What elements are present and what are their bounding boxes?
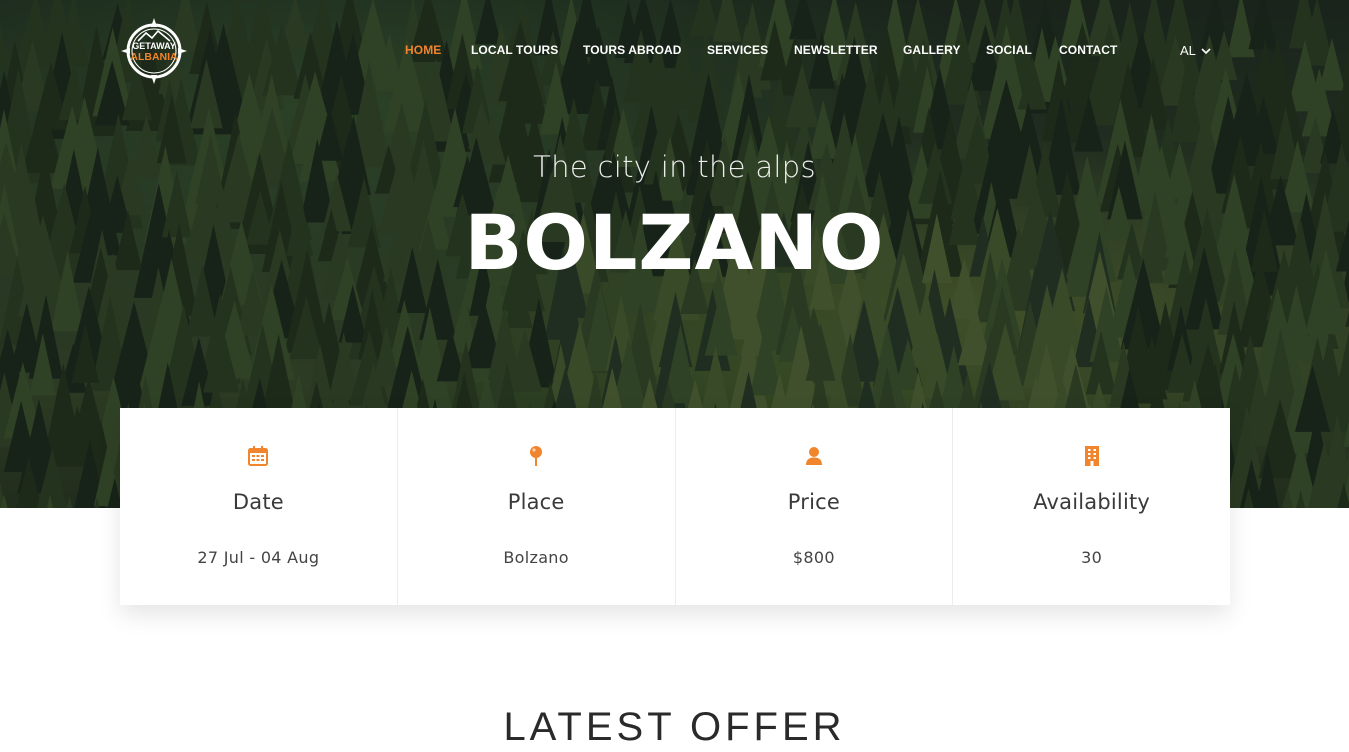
logo-line2: ALBANIA xyxy=(130,51,178,63)
logo[interactable]: GETAWAY ALBANIA xyxy=(120,17,188,85)
info-price-value: $800 xyxy=(792,548,835,567)
info-date-value: 27 Jul - 04 Aug xyxy=(197,548,320,567)
language-selector[interactable]: AL xyxy=(1180,43,1211,58)
nav-newsletter[interactable]: NEWSLETTER xyxy=(794,43,878,57)
hero-title: BOLZANO xyxy=(464,198,885,287)
nav-local-tours[interactable]: LOCAL TOURS xyxy=(471,43,558,57)
calendar-icon xyxy=(248,446,269,466)
nav-services[interactable]: SERVICES xyxy=(707,43,768,57)
info-price-label: Price xyxy=(787,490,840,514)
building-icon xyxy=(1084,446,1099,466)
language-label: AL xyxy=(1180,43,1196,58)
info-price: Price $800 xyxy=(676,408,954,605)
tour-info-card: Date 27 Jul - 04 Aug Place Bolzano Price… xyxy=(120,408,1230,605)
nav-tours-abroad[interactable]: TOURS ABROAD xyxy=(583,43,682,57)
logo-line1: GETAWAY xyxy=(132,41,176,51)
nav-social[interactable]: SOCIAL xyxy=(986,43,1032,57)
info-place-value: Bolzano xyxy=(503,548,569,567)
info-place: Place Bolzano xyxy=(398,408,676,605)
info-availability-label: Availability xyxy=(1033,490,1151,514)
info-place-label: Place xyxy=(507,490,565,514)
info-date: Date 27 Jul - 04 Aug xyxy=(120,408,398,605)
map-pin-icon xyxy=(530,446,543,466)
nav-contact[interactable]: CONTACT xyxy=(1059,43,1117,57)
user-icon xyxy=(805,447,822,465)
nav-gallery[interactable]: GALLERY xyxy=(903,43,961,57)
hero-subtitle: The city in the alps xyxy=(533,150,816,184)
nav-home[interactable]: HOME xyxy=(405,43,441,57)
chevron-down-icon xyxy=(1201,47,1211,54)
latest-offer-heading: LATEST OFFER xyxy=(503,705,846,749)
info-availability: Availability 30 xyxy=(953,408,1230,605)
info-date-label: Date xyxy=(232,490,284,514)
info-availability-value: 30 xyxy=(1081,548,1103,567)
